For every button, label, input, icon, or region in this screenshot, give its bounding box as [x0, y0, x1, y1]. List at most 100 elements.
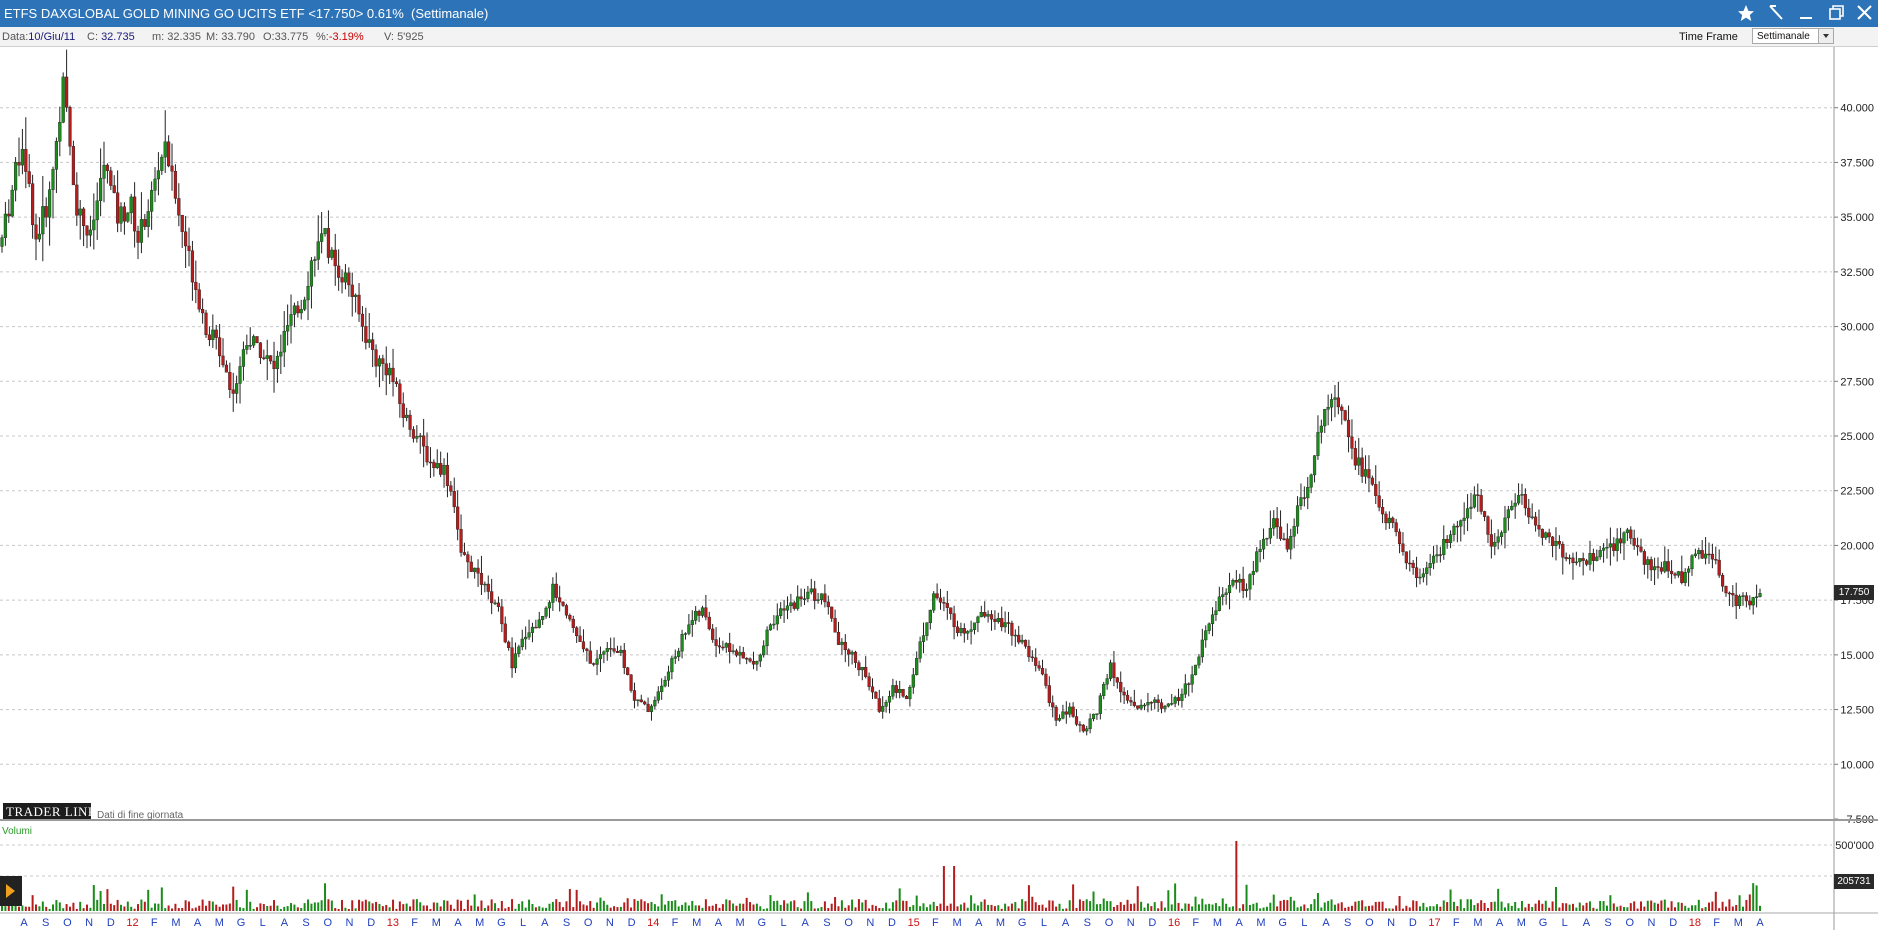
minimize-icon[interactable] — [1793, 2, 1819, 24]
volume-bar — [946, 905, 949, 911]
volume-bar — [198, 905, 201, 911]
y-tick-label: 10.000 — [1840, 759, 1874, 771]
volume-bar — [1599, 900, 1602, 911]
candle-body — [1608, 543, 1612, 548]
candle-body — [881, 706, 885, 712]
candle-body — [1071, 706, 1075, 717]
volume-bar — [1092, 891, 1095, 911]
volume-readout: V: 5'925 — [384, 31, 424, 43]
restore-icon[interactable] — [1823, 2, 1849, 24]
candle-body — [1686, 568, 1691, 573]
candle-body — [360, 313, 365, 327]
candle-body — [163, 141, 167, 158]
volume-bar — [211, 901, 214, 911]
volume-bar — [1126, 899, 1129, 911]
candle-body — [1139, 704, 1143, 709]
candle-body — [88, 229, 93, 236]
volume-bar — [776, 900, 779, 911]
volume-bar — [674, 900, 677, 911]
candle-body — [1241, 578, 1245, 591]
timeframe-select[interactable]: Settimanale — [1752, 28, 1834, 44]
candle-body — [1064, 711, 1068, 715]
volume-bar — [456, 899, 459, 911]
candle-body — [323, 228, 327, 234]
candle-body — [1455, 525, 1459, 528]
x-tick-label: 18 — [1689, 917, 1701, 929]
x-tick-label: M — [1256, 917, 1265, 929]
volume-bar — [106, 889, 109, 911]
candle-body — [343, 272, 348, 283]
candle-body — [1027, 646, 1031, 658]
candle-body — [418, 435, 422, 438]
volume-bar — [1718, 908, 1721, 911]
volume-bar — [1228, 907, 1231, 911]
candle-body — [731, 650, 735, 652]
candle-body — [503, 623, 507, 643]
volume-bar — [1425, 907, 1428, 911]
candle-body — [432, 461, 436, 469]
x-tick-label: A — [1496, 917, 1504, 929]
volume-bar — [296, 907, 299, 911]
candle-body — [102, 164, 106, 179]
x-tick-label: 17 — [1428, 917, 1440, 929]
volume-bar — [364, 899, 367, 911]
candle-body — [867, 676, 871, 687]
candle-body — [1261, 538, 1266, 550]
volume-bar — [1687, 907, 1690, 911]
candle-body — [1248, 574, 1252, 590]
x-tick-label: G — [1018, 917, 1027, 929]
candle-body — [262, 357, 266, 359]
volume-bar — [103, 903, 106, 911]
volume-bar — [684, 902, 687, 911]
candle-body — [959, 628, 963, 633]
candle-body — [1210, 614, 1215, 625]
drawing-tool-icon[interactable] — [1763, 2, 1789, 24]
x-tick-label: L — [1562, 917, 1568, 929]
volume-bar — [640, 899, 643, 911]
volume-bar — [657, 906, 660, 911]
volume-bar — [1259, 908, 1262, 911]
candle-body — [721, 646, 725, 649]
volume-bar — [1483, 902, 1486, 911]
candle-body — [1105, 678, 1109, 685]
candle-body — [1639, 546, 1643, 552]
volume-bar — [1622, 906, 1625, 911]
price-chart[interactable]: 40.000 37.500 35.000 32.500 30.000 27.500 25.0… — [0, 47, 1878, 930]
candle-body — [459, 529, 463, 553]
y-tick-label: 40.000 — [1840, 103, 1874, 115]
volume-bar — [1609, 895, 1612, 911]
volume-bar — [1112, 906, 1115, 911]
volume-bar — [41, 901, 44, 911]
volume-bar — [1384, 908, 1387, 911]
candle-body — [466, 554, 470, 563]
candle-body — [231, 389, 235, 394]
candle-body — [1544, 532, 1548, 538]
candle-body — [71, 146, 76, 186]
volume-bar — [1663, 899, 1666, 911]
candle-body — [738, 652, 742, 656]
candle-body — [1149, 702, 1153, 704]
volume-bar — [1078, 899, 1081, 911]
x-tick-label: A — [715, 917, 723, 929]
volume-bar — [1486, 907, 1489, 911]
candle-body — [1367, 469, 1371, 479]
volume-bar — [266, 905, 269, 911]
volume-bar — [701, 907, 704, 911]
candle-body — [1571, 557, 1575, 563]
star-icon[interactable] — [1733, 2, 1759, 24]
volume-bar — [276, 905, 279, 911]
volume-bar — [1741, 906, 1744, 911]
candle-body — [619, 649, 623, 653]
candle-body — [299, 309, 303, 314]
candle-body — [1673, 573, 1677, 576]
x-tick-label: G — [1539, 917, 1548, 929]
volume-bar — [538, 906, 541, 911]
candle-body — [1088, 718, 1092, 729]
candle-body — [211, 329, 215, 341]
candle-body — [887, 696, 892, 703]
candle-body — [483, 583, 487, 586]
close-icon[interactable] — [1852, 2, 1878, 24]
volume-bar — [31, 895, 34, 911]
expand-panel-button[interactable] — [0, 876, 22, 906]
volume-bar — [147, 889, 150, 911]
